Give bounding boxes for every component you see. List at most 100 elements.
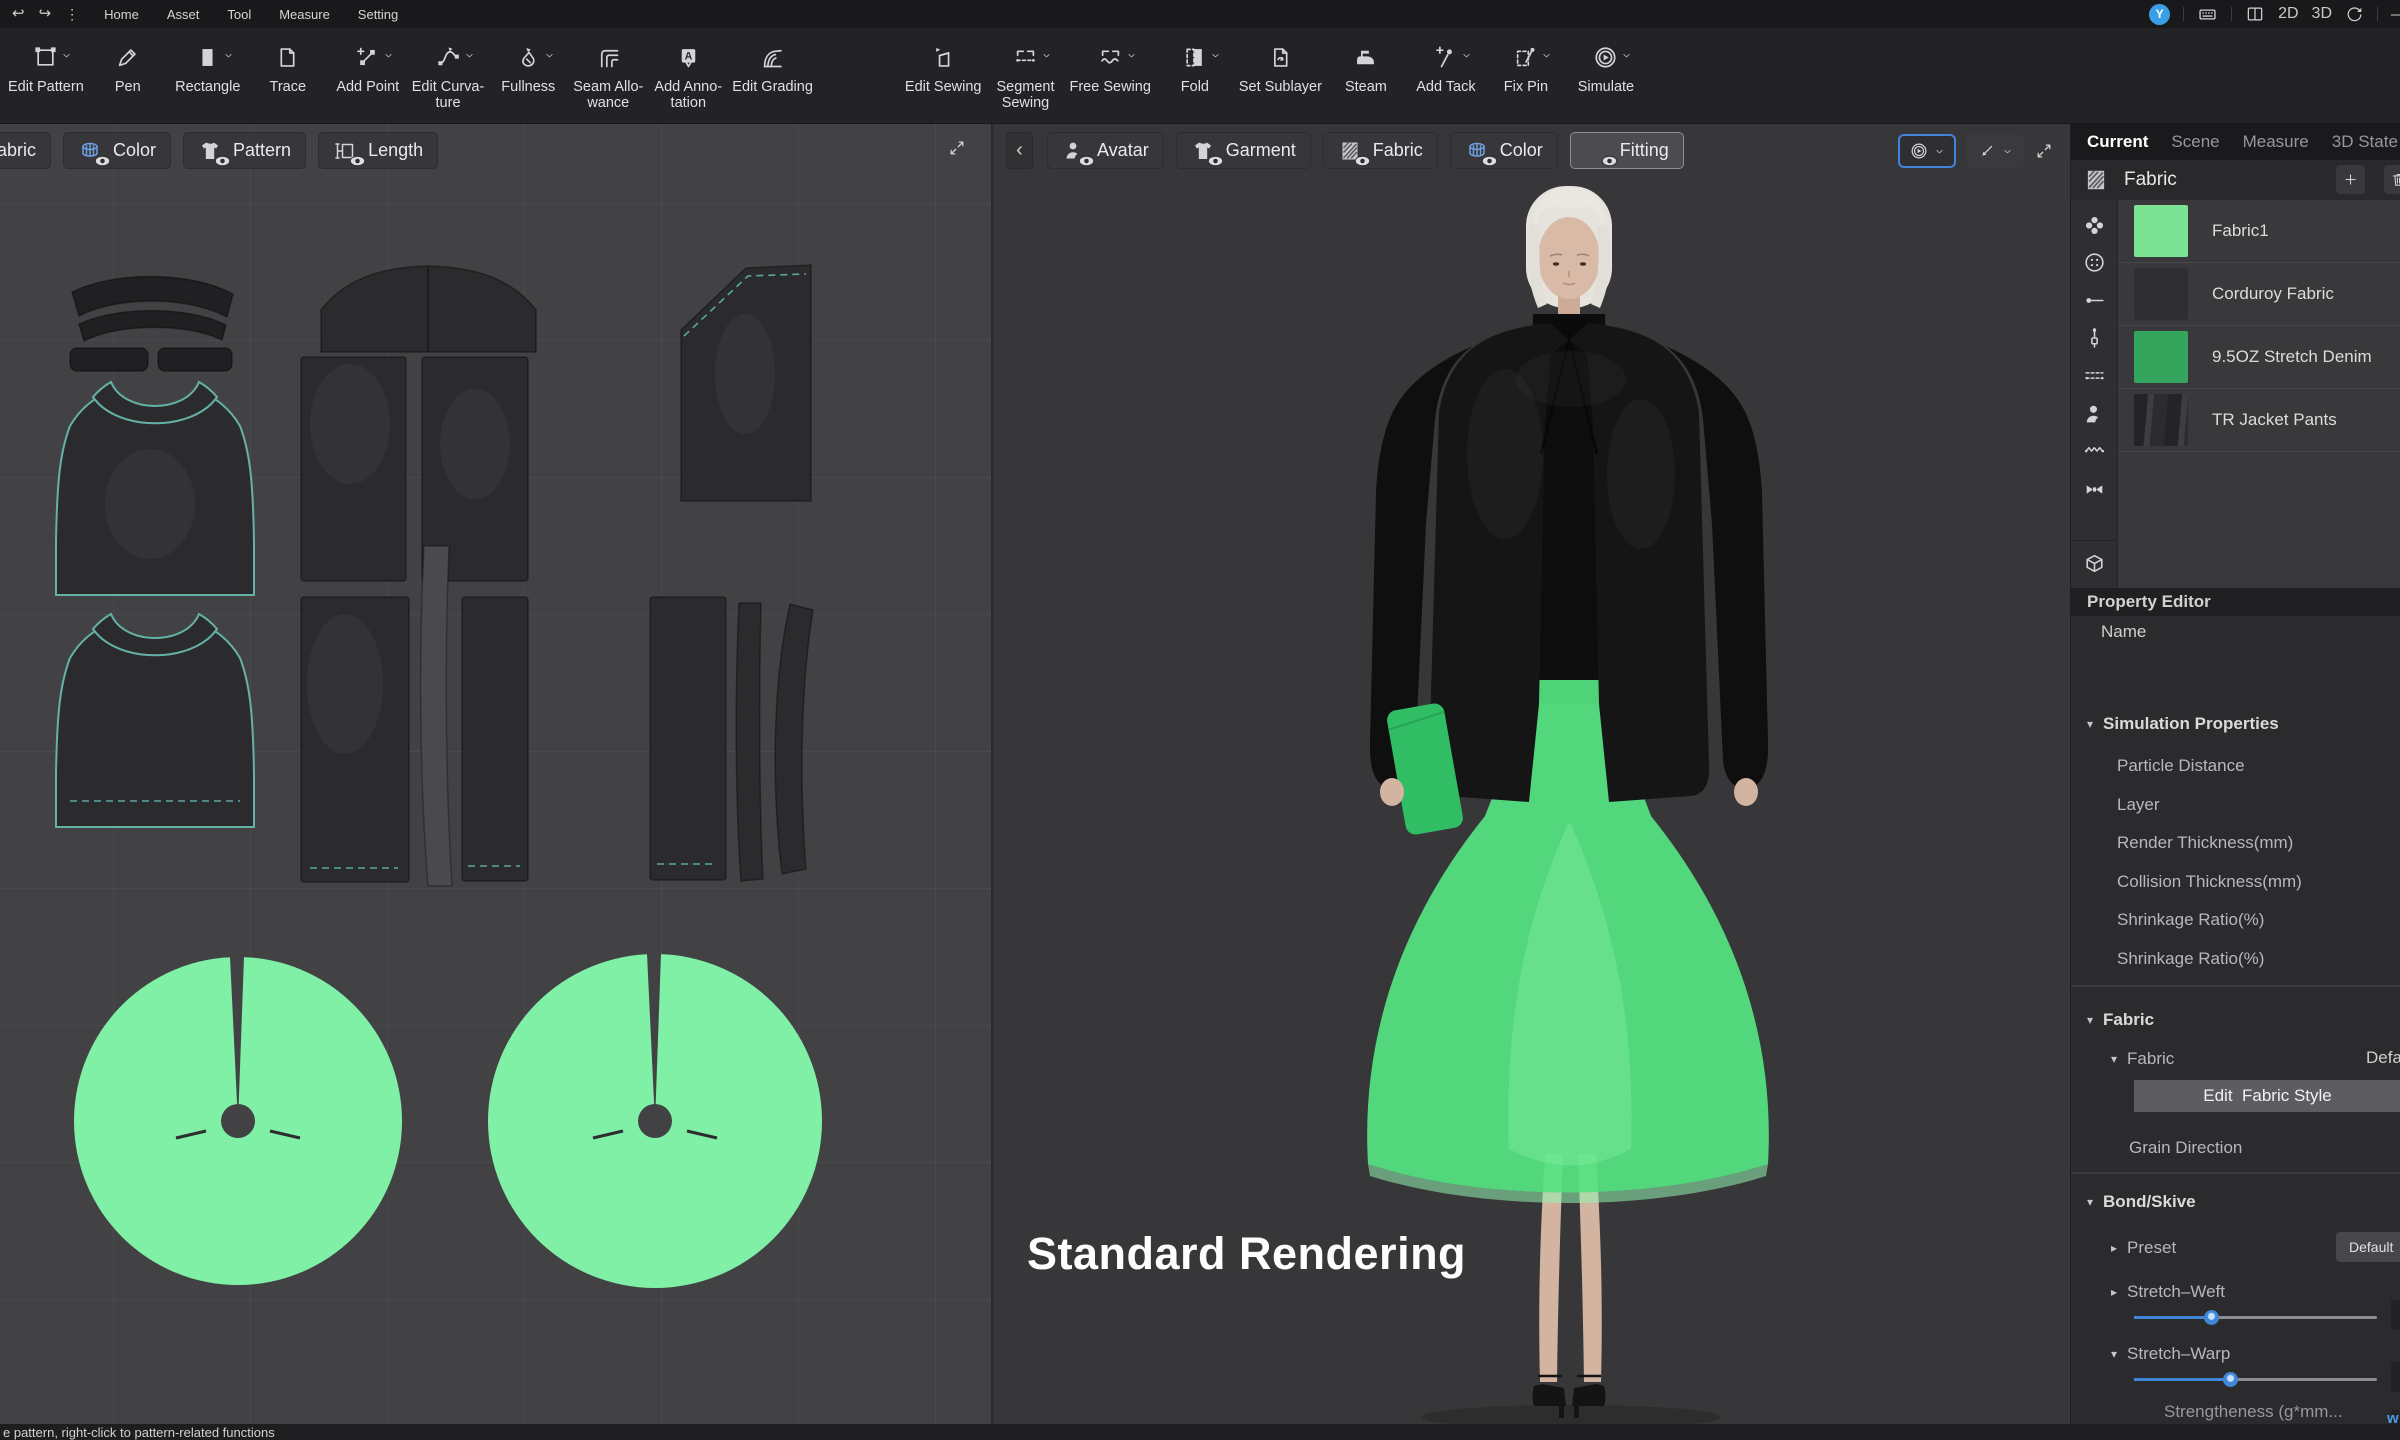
chevron-down-icon[interactable] <box>383 50 394 61</box>
menu-item-measure[interactable]: Measure <box>279 7 330 22</box>
tool-fullness[interactable]: Fullness <box>488 37 568 111</box>
fabric-swatch[interactable] <box>2134 268 2188 320</box>
pattern-piece[interactable] <box>79 311 226 341</box>
stretch-weft-row[interactable]: ▸Stretch–Weft <box>2111 1282 2225 1302</box>
minimize-icon[interactable]: — <box>2391 6 2400 23</box>
select-tool-button[interactable] <box>1966 134 2024 168</box>
tool-free-sewing[interactable]: Free Sewing <box>1065 37 1154 111</box>
tool-seam-allowance[interactable]: Seam Allo- wance <box>568 37 648 111</box>
delete-fabric-button[interactable] <box>2384 165 2400 194</box>
tool-edit-pattern[interactable]: Edit Pattern <box>4 37 88 111</box>
keyboard-shortcuts-icon[interactable] <box>2197 4 2218 25</box>
circle-skirt-piece[interactable] <box>74 957 402 1285</box>
add-fabric-button[interactable] <box>2336 165 2365 194</box>
visibility-eye-icon[interactable] <box>1207 155 1224 167</box>
view-2d-button[interactable]: 2D <box>2278 5 2298 23</box>
pattern-tab-color[interactable]: Color <box>63 132 171 169</box>
menu-item-home[interactable]: Home <box>104 7 139 22</box>
menu-item-tool[interactable]: Tool <box>227 7 251 22</box>
tool-steam[interactable]: Steam <box>1326 37 1406 111</box>
edit-fabric-style-button[interactable]: Edit Fabric Style <box>2134 1080 2400 1112</box>
fabric-sub-row[interactable]: ▾Fabric <box>2111 1049 2174 1069</box>
menu-item-asset[interactable]: Asset <box>167 7 200 22</box>
pattern-tab-pattern[interactable]: Pattern <box>183 132 306 169</box>
split-view-icon[interactable] <box>2245 4 2265 24</box>
tool-segment-sewing[interactable]: Segment Sewing <box>985 37 1065 111</box>
zigzag-icon[interactable] <box>2082 437 2107 462</box>
tool-edit-grading[interactable]: Edit Grading <box>728 37 817 111</box>
tool-fix-pin[interactable]: Fix Pin <box>1486 37 1566 111</box>
stretch-warp-row[interactable]: ▾Stretch–Warp <box>2111 1344 2230 1364</box>
right-tab-3d-state[interactable]: 3D State <box>2332 132 2398 152</box>
fabric-swatch[interactable] <box>2134 331 2188 383</box>
tool-edit-sewing[interactable]: Edit Sewing <box>901 37 986 111</box>
chevron-down-icon[interactable] <box>1210 50 1221 61</box>
tool-add-tack[interactable]: Add Tack <box>1406 37 1486 111</box>
stitch-icon[interactable] <box>2082 363 2107 388</box>
user-avatar[interactable]: Y <box>2149 4 2170 25</box>
tool-rectangle[interactable]: Rectangle <box>168 37 248 111</box>
vest-piece-group[interactable] <box>56 614 254 827</box>
expand-2d-view-icon[interactable] <box>947 138 967 158</box>
chevron-down-icon[interactable] <box>1041 50 1052 61</box>
chevron-down-icon[interactable] <box>544 50 555 61</box>
pattern-piece[interactable] <box>736 603 763 881</box>
tool-fold[interactable]: Fold <box>1155 37 1235 111</box>
visibility-eye-icon[interactable] <box>94 155 111 167</box>
pattern-piece[interactable] <box>775 604 813 874</box>
visibility-eye-icon[interactable] <box>1601 155 1618 167</box>
chevron-down-icon[interactable] <box>1541 50 1552 61</box>
pattern-piece[interactable] <box>158 348 232 371</box>
fabric-list-item[interactable]: TR Jacket Pants <box>2118 389 2400 452</box>
fabric-props-section[interactable]: ▾Fabric <box>2087 1010 2154 1030</box>
pattern-2d-view[interactable]: Fabric Color Pattern Length <box>0 124 992 1424</box>
fabric-swatch[interactable] <box>2134 394 2188 446</box>
fabric-default-value[interactable]: Default <box>2366 1048 2400 1068</box>
value-field-clipped[interactable] <box>2391 1362 2400 1392</box>
simulation-properties-section[interactable]: ▾Simulation Properties <box>2087 714 2279 734</box>
pattern-piece[interactable] <box>462 597 528 881</box>
viewport-tab-color[interactable]: Color <box>1450 132 1558 169</box>
fabric-swatch[interactable] <box>2134 205 2188 257</box>
chevron-down-icon[interactable] <box>1621 50 1632 61</box>
clover-icon[interactable] <box>2082 213 2107 238</box>
stretch-warp-slider[interactable] <box>2134 1372 2377 1387</box>
right-tab-measure[interactable]: Measure <box>2243 132 2309 152</box>
tool-edit-curvature[interactable]: Edit Curva- ture <box>408 37 489 111</box>
viewport-tab-garment[interactable]: Garment <box>1176 132 1311 169</box>
viewport-tab-fitting[interactable]: Fitting <box>1570 132 1684 169</box>
pattern-tab-fabric[interactable]: Fabric <box>0 132 51 169</box>
stretch-weft-slider[interactable] <box>2134 1310 2377 1325</box>
undo-icon[interactable]: ↩ <box>12 0 25 28</box>
visibility-eye-icon[interactable] <box>1481 155 1498 167</box>
visibility-eye-icon[interactable] <box>1354 155 1371 167</box>
collapse-tabs-button[interactable]: ‹ <box>1006 132 1033 169</box>
more-menu-icon[interactable]: ⋮ <box>65 0 79 28</box>
fabric-list-item[interactable]: Fabric1 <box>2118 200 2400 263</box>
preset-row[interactable]: ▸Preset <box>2111 1238 2176 1258</box>
tool-set-sublayer[interactable]: Set Sublayer <box>1235 37 1326 111</box>
tool-add-annotation[interactable]: AAdd Anno- tation <box>648 37 728 111</box>
chevron-down-icon[interactable] <box>1126 50 1137 61</box>
view-3d-button[interactable]: 3D <box>2312 5 2332 23</box>
circle-skirt-piece[interactable] <box>488 954 822 1288</box>
button-icon[interactable] <box>2082 250 2107 275</box>
visibility-eye-icon[interactable] <box>1078 155 1095 167</box>
slider-thumb[interactable] <box>2204 1310 2219 1325</box>
bond-skive-section[interactable]: ▾Bond/Skive <box>2087 1192 2196 1212</box>
chevron-down-icon[interactable] <box>464 50 475 61</box>
refresh-icon[interactable] <box>2345 5 2364 24</box>
slider-thumb[interactable] <box>2223 1372 2238 1387</box>
pattern-piece[interactable] <box>421 546 452 886</box>
pattern-tab-length[interactable]: Length <box>318 132 438 169</box>
visibility-eye-icon[interactable] <box>214 155 231 167</box>
chevron-down-icon[interactable] <box>61 50 72 61</box>
menu-item-setting[interactable]: Setting <box>358 7 398 22</box>
redo-icon[interactable]: ↪ <box>39 0 52 28</box>
viewport-3d[interactable]: ‹ AvatarGarmentFabricColorFitting <box>993 124 2070 1424</box>
bow-icon[interactable] <box>2082 477 2107 502</box>
preset-dropdown[interactable]: Default <box>2336 1232 2400 1262</box>
visibility-eye-icon[interactable] <box>349 155 366 167</box>
fabric-list-item[interactable]: Corduroy Fabric <box>2118 263 2400 326</box>
pattern-piece[interactable] <box>70 348 148 371</box>
